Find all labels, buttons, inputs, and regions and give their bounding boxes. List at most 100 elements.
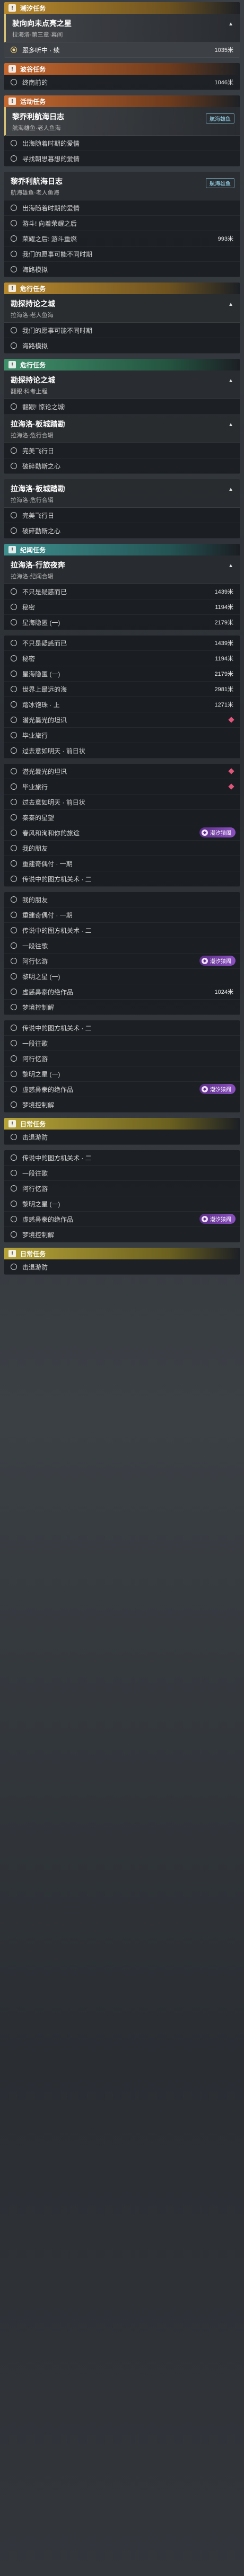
quest-step[interactable]: 一段往歌 bbox=[4, 938, 240, 954]
quest-step[interactable]: 不只是疑惑而已 1439米 bbox=[4, 636, 240, 651]
quest-step[interactable]: 传说中的图方机关术 · 二 bbox=[4, 923, 240, 938]
category-header[interactable]: ! 纪闻任务 bbox=[4, 544, 240, 555]
quest-card[interactable]: 勘探持论之城 翻跟·科考上程 ▲ bbox=[4, 370, 240, 399]
quest-step[interactable]: 秘密 1194米 bbox=[4, 651, 240, 666]
quest-step[interactable]: 阿行忆游 bbox=[4, 1181, 240, 1196]
step-label: 春风和洵和你的旅途 bbox=[22, 829, 80, 837]
category-header[interactable]: ! 日常任务 bbox=[4, 1248, 240, 1259]
quest-step[interactable]: 破碎勤斯之心 bbox=[4, 458, 240, 474]
quest-step[interactable]: 完美飞行日 bbox=[4, 443, 240, 458]
step-ring-icon bbox=[11, 463, 17, 469]
quest-step[interactable]: 我的朋友 bbox=[4, 892, 240, 907]
quest-step[interactable]: 梦境控制解 bbox=[4, 1097, 240, 1113]
quest-step[interactable]: 踏冰饱珠 · 上 1271米 bbox=[4, 697, 240, 712]
category-header[interactable]: ! 潮汐任务 bbox=[4, 2, 240, 14]
chevron-up-icon[interactable]: ▲ bbox=[228, 563, 233, 569]
quest-step[interactable]: 潜光曩光的坦讯 bbox=[4, 712, 240, 728]
quest-step[interactable]: 不只是疑惑而已 1439米 bbox=[4, 584, 240, 599]
quest-step[interactable]: 出海随着时期的爱情 bbox=[4, 136, 240, 151]
quest-step[interactable]: 星海隐匿 (一) 2179米 bbox=[4, 666, 240, 682]
category-header[interactable]: ! 危行任务 bbox=[4, 283, 240, 294]
quest-step[interactable]: 黎明之星 (一) bbox=[4, 1066, 240, 1082]
step-ring-icon bbox=[11, 205, 17, 211]
quest-step[interactable]: 传说中的图方机关术 · 二 bbox=[4, 1150, 240, 1166]
quest-step[interactable]: 我们的愿事可能不同时期 bbox=[4, 246, 240, 262]
quest-step[interactable]: 重建奇偶付 · 一期 bbox=[4, 907, 240, 923]
quest-panel: ! 波谷任务 终南前的 1046米 bbox=[4, 63, 240, 90]
quest-step[interactable]: 毕业旅行 bbox=[4, 779, 240, 795]
quest-panel: ! 潮汐任务 驶向向未点亮之星 拉海洛·第三章·幕间 ▲ 跟多听中 · 续 1035米 bbox=[4, 2, 240, 58]
quest-step[interactable]: 海路模拟 bbox=[4, 338, 240, 354]
quest-step[interactable]: 一段往歌 bbox=[4, 1036, 240, 1051]
quest-card[interactable]: 拉海洛·板城踏勘 拉海洛·危行合辑 ▲ bbox=[4, 414, 240, 443]
quest-step[interactable]: 海路模拟 bbox=[4, 262, 240, 277]
step-ring-icon bbox=[11, 814, 17, 821]
quest-step[interactable]: 翻跟! 惊论之城! bbox=[4, 399, 240, 414]
tide-hall-badge[interactable]: ◆ 潮汐猿阁 bbox=[199, 1214, 236, 1224]
quest-step[interactable]: 过去意如明天 · 前日状 bbox=[4, 743, 240, 758]
quest-step[interactable]: 击退游防 bbox=[4, 1130, 240, 1145]
tide-hall-badge[interactable]: ◆ 潮汐猿阁 bbox=[199, 827, 236, 837]
quest-step[interactable]: 传说中的图方机关术 · 二 bbox=[4, 871, 240, 887]
chevron-up-icon[interactable]: ▲ bbox=[228, 21, 233, 27]
quest-step[interactable]: 我们的愿事可能不同时期 bbox=[4, 323, 240, 338]
quest-step[interactable]: 过去意如明天 · 前日状 bbox=[4, 795, 240, 810]
quest-step[interactable]: 我的朋友 bbox=[4, 841, 240, 856]
quest-step[interactable]: 星海隐匿 (一) 2179米 bbox=[4, 615, 240, 630]
quest-step[interactable]: 阿行忆游 bbox=[4, 1051, 240, 1066]
quest-step[interactable]: 梦境控制解 bbox=[4, 1227, 240, 1242]
quest-card[interactable]: 勘探持论之城 拉海洛·老人鱼海 ▲ bbox=[4, 294, 240, 323]
quest-step[interactable]: 虚惑鼻豢的绝作品 1024米 bbox=[4, 984, 240, 1000]
quest-step[interactable]: 出海随着时期的爱情 bbox=[4, 200, 240, 216]
quest-step[interactable]: 荣耀之后: 游斗重燃 993米 bbox=[4, 231, 240, 246]
quest-step[interactable]: 毕业旅行 bbox=[4, 728, 240, 743]
category-header[interactable]: ! 日常任务 bbox=[4, 1118, 240, 1130]
chevron-up-icon[interactable]: ▲ bbox=[228, 422, 233, 428]
quest-step[interactable]: 黎明之星 (一) bbox=[4, 1196, 240, 1212]
step-ring-icon bbox=[11, 927, 17, 933]
quest-card[interactable]: 黎乔利航海日志 航海雄鱼·老人鱼海 航海雄鱼 bbox=[4, 107, 240, 136]
step-ring-icon bbox=[11, 732, 17, 738]
quest-step[interactable]: 击退游防 bbox=[4, 1259, 240, 1275]
quest-card[interactable]: 拉海洛·板城踏勘 拉海洛·危行合辑 ▲ bbox=[4, 479, 240, 508]
step-ring-icon bbox=[11, 1170, 17, 1176]
quest-step[interactable]: 破碎勤斯之心 bbox=[4, 523, 240, 539]
quest-step[interactable]: 重建奇偶付 · 一期 bbox=[4, 856, 240, 871]
quest-step[interactable]: 寻找朝思暮想的爱情 bbox=[4, 151, 240, 166]
quest-step[interactable]: 秦秦的星望 bbox=[4, 810, 240, 825]
category-header[interactable]: ! 危行任务 bbox=[4, 359, 240, 370]
step-ring-icon bbox=[11, 1025, 17, 1031]
step-distance: 993米 bbox=[217, 236, 233, 242]
quest-step[interactable]: 一段往歌 bbox=[4, 1166, 240, 1181]
category-title: 潮汐任务 bbox=[20, 4, 46, 12]
quest-step[interactable]: 终南前的 1046米 bbox=[4, 75, 240, 90]
quest-card[interactable]: 黎乔利航海日志 航海雄鱼·老人鱼海 航海雄鱼 bbox=[4, 172, 240, 200]
quest-step[interactable]: 梦境控制解 bbox=[4, 1000, 240, 1015]
quest-step[interactable]: 完美飞行日 bbox=[4, 508, 240, 523]
quest-step[interactable]: 秘密 1194米 bbox=[4, 599, 240, 615]
step-ring-icon bbox=[11, 327, 17, 333]
quest-step[interactable]: 黎明之星 (一) bbox=[4, 969, 240, 984]
chevron-up-icon[interactable]: ▲ bbox=[228, 302, 233, 307]
step-label: 我们的愿事可能不同时期 bbox=[22, 250, 93, 258]
step-ring-icon bbox=[11, 1101, 17, 1108]
quest-card[interactable]: 驶向向未点亮之星 拉海洛·第三章·幕间 ▲ bbox=[4, 14, 240, 42]
step-label: 星海隐匿 (一) bbox=[22, 670, 60, 678]
quest-step[interactable]: 跟多听中 · 续 1035米 bbox=[4, 42, 240, 58]
quest-step[interactable]: 世界上最远的海 2981米 bbox=[4, 682, 240, 697]
step-label: 秘密 bbox=[22, 603, 36, 611]
quest-step[interactable]: 传说中的图方机关术 · 二 bbox=[4, 1020, 240, 1036]
quest-step[interactable]: 潜光曩光的坦讯 bbox=[4, 764, 240, 779]
chevron-up-icon[interactable]: ▲ bbox=[228, 487, 233, 492]
tide-hall-badge[interactable]: ◆ 潮汐猿阁 bbox=[199, 1084, 236, 1094]
category-header[interactable]: ! 活动任务 bbox=[4, 95, 240, 107]
exclamation-icon: ! bbox=[8, 65, 16, 73]
chevron-up-icon[interactable]: ▲ bbox=[228, 378, 233, 384]
tide-hall-badge[interactable]: ◆ 潮汐猿阁 bbox=[199, 956, 236, 966]
quest-card[interactable]: 拉海洛·行旅夜奔 拉海洛·纪闻合辑 ▲ bbox=[4, 555, 240, 584]
quest-step[interactable]: 游斗! 向着荣耀之后 bbox=[4, 216, 240, 231]
category-header[interactable]: ! 波谷任务 bbox=[4, 63, 240, 75]
step-label: 跟多听中 · 续 bbox=[22, 46, 60, 54]
quest-subtitle: 航海雄鱼·老人鱼海 bbox=[11, 190, 59, 196]
step-label: 出海随着时期的爱情 bbox=[22, 204, 80, 212]
